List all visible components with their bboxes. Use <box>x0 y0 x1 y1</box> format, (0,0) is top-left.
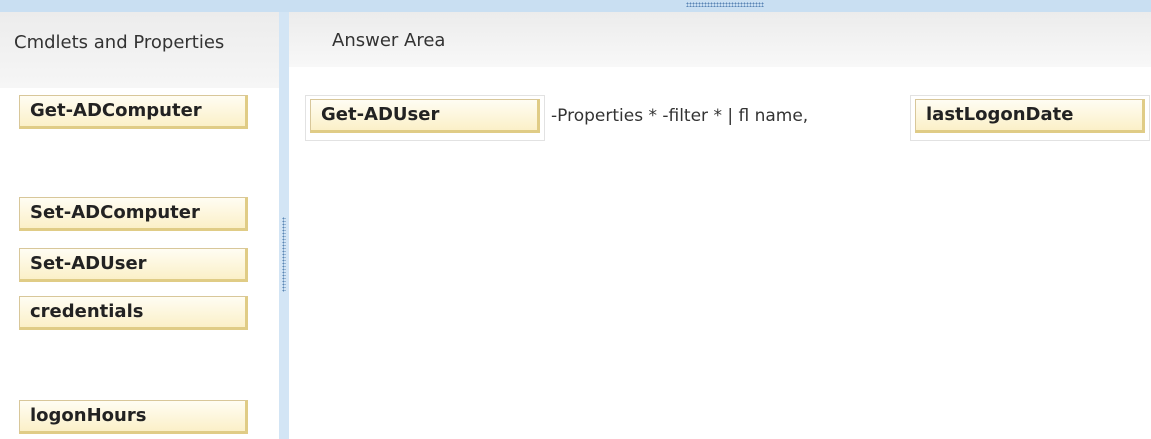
draggable-item-get-adcomputer[interactable]: Get-ADComputer <box>19 95 248 129</box>
draggable-item-set-adcomputer[interactable]: Set-ADComputer <box>19 197 248 231</box>
answer-slot-2-item[interactable]: lastLogonDate <box>915 99 1145 133</box>
top-bar <box>0 0 1151 12</box>
splitter-grip-icon[interactable] <box>282 217 286 292</box>
draggable-item-logonhours[interactable]: logonHours <box>19 400 248 434</box>
cmdlets-panel-title: Cmdlets and Properties <box>14 32 225 53</box>
cmdlets-panel-header: Cmdlets and Properties <box>0 12 279 88</box>
top-resize-grip-icon[interactable] <box>686 2 764 7</box>
answer-area-title: Answer Area <box>332 30 446 51</box>
panel-splitter[interactable] <box>279 12 289 439</box>
answer-slot-1-item[interactable]: Get-ADUser <box>310 99 540 133</box>
draggable-item-set-aduser[interactable]: Set-ADUser <box>19 248 248 282</box>
answer-area-header: Answer Area <box>289 12 1151 67</box>
draggable-item-credentials[interactable]: credentials <box>19 296 248 330</box>
command-text: -Properties * -filter * | fl name, <box>551 106 809 126</box>
